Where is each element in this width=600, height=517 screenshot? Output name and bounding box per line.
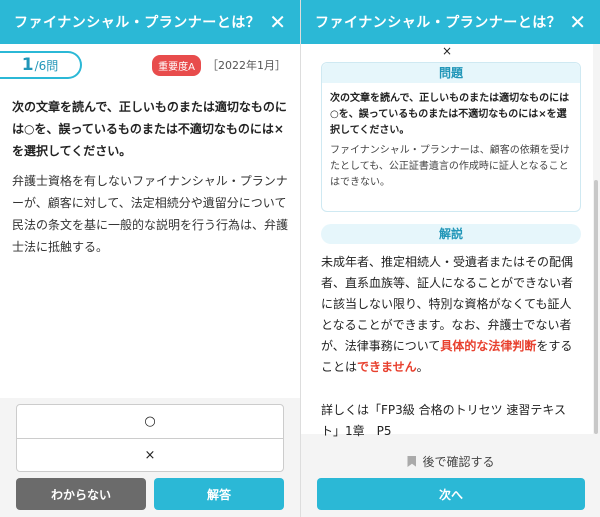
- explanation-highlight: できません: [357, 360, 417, 374]
- answer-button[interactable]: 解答: [154, 478, 284, 510]
- page-title: ファイナンシャル・プランナーとは？: [14, 15, 261, 31]
- review-later-label: 後で確認する: [422, 455, 495, 469]
- question-body: 1 /6問 重要度A ［2022年1月］ 次の文章を読んで、正しいものまたは適切…: [0, 44, 300, 398]
- title-bar: ファイナンシャル・プランナーとは？ ✕: [301, 0, 600, 44]
- review-later-toggle[interactable]: 後で確認する: [301, 453, 600, 470]
- scrollbar[interactable]: [594, 180, 598, 434]
- explanation-panel: ファイナンシャル・プランナーとは？ ✕ × 問題 次の文章を読んで、正しいものま…: [300, 0, 600, 517]
- question-instruction: 次の文章を読んで、正しいものまたは適切なものには○を、誤っているものまたは不適切…: [330, 93, 570, 136]
- choice-correct[interactable]: ○: [17, 405, 283, 438]
- exam-year: ［2022年1月］: [207, 59, 286, 72]
- question-counter: 1 /6問: [0, 51, 82, 79]
- question-text: 弁護士資格を有しないファイナンシャル・プランナーが、顧客に対して、法定相続分や遺…: [12, 174, 289, 254]
- question-panel: ファイナンシャル・プランナーとは？ ✕ 1 /6問 重要度A ［2022年1月］…: [0, 0, 300, 517]
- close-icon[interactable]: ✕: [269, 12, 286, 32]
- question-meta: 1 /6問 重要度A ［2022年1月］: [0, 44, 300, 80]
- question-header: 問題: [322, 63, 580, 83]
- explanation-text: 未成年者、推定相続人・受遺者またはその配偶者、直系血族等、証人になることができな…: [301, 244, 593, 378]
- page-title: ファイナンシャル・プランナーとは？: [315, 15, 562, 31]
- dont-know-button[interactable]: わからない: [16, 478, 146, 510]
- counter-current: 1: [21, 55, 34, 75]
- answer-choices: ○ ×: [16, 404, 284, 472]
- question-instruction: 次の文章を読んで、正しいものまたは適切なものには○を、誤っているものまたは不適切…: [12, 100, 287, 158]
- explanation-scroll-area[interactable]: × 問題 次の文章を読んで、正しいものまたは適切なものには○を、誤っているものま…: [301, 44, 593, 438]
- explanation-highlight: 具体的な法律判断: [440, 339, 537, 353]
- question-text: ファイナンシャル・プランナーは、顧客の依頼を受けたとしても、公正証書遺言の作成時…: [330, 145, 570, 188]
- bookmark-icon: [407, 456, 417, 467]
- explanation-header: 解説: [321, 224, 581, 244]
- title-bar: ファイナンシャル・プランナーとは？ ✕: [0, 0, 300, 44]
- answer-mark: ×: [441, 44, 453, 58]
- counter-total: /6問: [34, 59, 59, 73]
- question-content: 次の文章を読んで、正しいものまたは適切なものには○を、誤っているものまたは不適切…: [0, 80, 300, 258]
- choice-incorrect[interactable]: ×: [17, 438, 283, 471]
- close-icon[interactable]: ✕: [569, 12, 586, 32]
- next-button[interactable]: 次へ: [317, 478, 585, 510]
- question-card: 問題 次の文章を読んで、正しいものまたは適切なものには○を、誤っているものまたは…: [321, 62, 581, 212]
- explanation-part: 。: [416, 360, 429, 374]
- importance-badge: 重要度A: [152, 54, 201, 76]
- reference-text: 詳しくは「FP3級 合格のトリセツ 速習テキスト」1章 P5: [321, 403, 567, 438]
